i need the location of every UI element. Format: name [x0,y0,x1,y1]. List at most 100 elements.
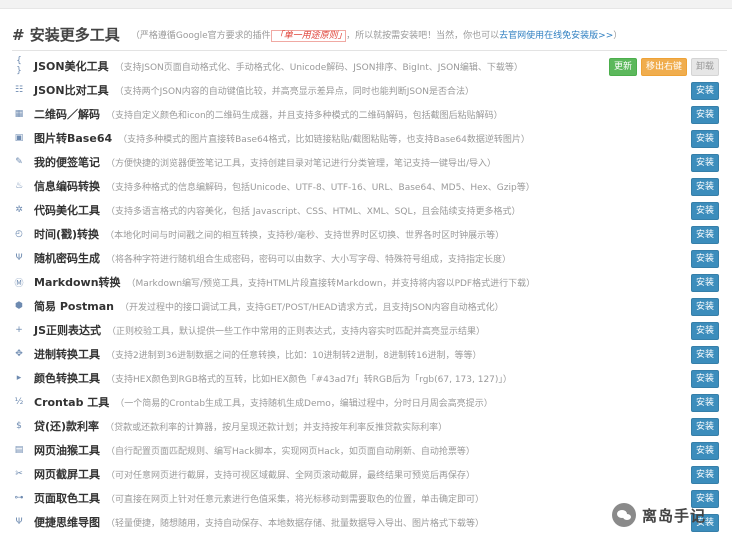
install-button[interactable]: 安装 [690,274,719,292]
encode-icon: ♨ [14,181,24,191]
install-button[interactable]: 安装 [690,154,719,172]
regex-icon: + [15,325,23,335]
tool-actions: 安装 [690,442,719,460]
tool-description: （正则校验工具，默认提供一些工作中常用的正则表达式，支持内容实时匹配并高亮显示结… [107,326,486,337]
tool-actions: 安装 [690,250,719,268]
header-note-middle: ，所以就按需安装吧！当然，你也可以 [346,31,500,41]
tool-name: 二维码／解码 [34,108,100,121]
tool-description: （贷款或还款利率的计算器，按月呈现还款计划；并支持按年利率反推贷款实际利率） [105,422,448,433]
tool-actions: 安装 [690,418,719,436]
header-note-prefix: （严格遵循Google官方要求的插件 [130,31,271,41]
tool-description: （支持2进制到36进制数据之间的任意转换，比如：10进制转2进制，8进制转16进… [106,350,482,361]
install-button[interactable]: 安装 [690,178,719,196]
install-button[interactable]: 安装 [690,130,719,148]
tool-description: （本地化时间与时间戳之间的相互转换，支持秒/毫秒、支持世界时区切换、世界各时区时… [105,230,505,241]
tool-actions: 安装 [690,130,719,148]
tool-actions: 安装 [690,274,719,292]
tool-name: 代码美化工具 [34,204,100,217]
crontab-icon: ½ [14,397,24,407]
tool-row: ✎ 我的便签笔记 （方便快捷的浏览器便签笔记工具，支持创建目录对笔记进行分类管理，笔… [12,150,727,174]
tool-row: ▣ 图片转Base64 （支持多种模式的图片直接转Base64格式，比如链接粘贴/截… [12,126,727,150]
update-button[interactable]: 更新 [608,58,637,76]
color-picker-icon: ⊶ [14,493,24,503]
tool-name: 简易 Postman [34,300,114,313]
install-button[interactable]: 安装 [690,442,719,460]
image-icon: ▣ [14,133,24,143]
install-button[interactable]: 安装 [690,82,719,100]
tool-row: { } JSON美化工具 （支持JSON页面自动格式化、手动格式化、Unicode解… [12,54,727,78]
install-button[interactable]: 安装 [690,298,719,316]
install-button[interactable]: 安装 [690,106,719,124]
tool-name: 网页截屏工具 [34,468,100,481]
clock-icon: ◴ [15,229,23,239]
grease-icon: ▤ [14,445,24,455]
install-button[interactable]: 安装 [690,346,719,364]
tool-row: ▤ 网页油猴工具 （自行配置页面匹配规则、编写Hack脚本，实现网页Hack，如页面… [12,438,727,462]
tool-row: ☷ JSON比对工具 （支持两个JSON内容的自动键值比较，并高亮显示差异点，同时也… [12,78,727,102]
page-title: # 安装更多工具 [12,26,120,44]
tool-actions: 安装 [690,154,719,172]
tool-row: Ψ 随机密码生成 （将各种字符进行随机组合生成密码，密码可以由数字、大小写字母、特殊… [12,246,727,270]
qrcode-icon: ▦ [14,109,24,119]
tool-name: 信息编码转换 [34,180,100,193]
tool-row: ◴ 时间(戳)转换 （本地化时间与时间戳之间的相互转换，支持秒/毫秒、支持世界时区切… [12,222,727,246]
install-button[interactable]: 安装 [690,250,719,268]
header-note: （严格遵循Google官方要求的插件 「单一用途原则」 ，所以就按需安装吧！当然，你… [130,30,623,42]
tool-name: 网页油猴工具 [34,444,100,457]
json-compare-icon: ☷ [14,85,24,95]
install-button[interactable]: 安装 [690,226,719,244]
tool-name: 颜色转换工具 [34,372,100,385]
tool-row: + JS正则表达式 （正则校验工具，默认提供一些工作中常用的正则表达式，支持内容实时… [12,318,727,342]
tool-actions: 安装 [690,82,719,100]
tool-actions: 安装 [690,202,719,220]
tool-name: JSON比对工具 [34,84,109,97]
tool-actions: 安装 [690,394,719,412]
wechat-logo-icon [611,503,636,527]
tool-row: ✥ 进制转换工具 （支持2进制到36进制数据之间的任意转换，比如：10进制转2进制，… [12,342,727,366]
tool-actions: 安装 [690,226,719,244]
header-note-suffix: ） [613,31,623,41]
tool-name: 便捷思维导图 [34,516,100,529]
tool-name: 贷(还)款利率 [34,420,100,433]
tool-actions: 安装 [690,370,719,388]
header-divider [12,50,727,51]
radix-icon: ✥ [15,349,23,359]
tool-description: （支持两个JSON内容的自动键值比较，并高亮显示差异点，同时也能判断JSON是否… [114,86,474,97]
tool-description: （支持HEX颜色到RGB格式的互转，比如HEX颜色「#43ad7f」转RGB后为… [106,374,512,385]
tool-description: （支持JSON页面自动格式化、手动格式化、Unicode解码、JSON排序、Bi… [114,62,523,73]
remove-from-context-menu-button[interactable]: 移出右键 [640,58,687,76]
tool-description: （支持自定义颜色和icon的二维码生成器，并且支持多种模式的二维码解码，包括截图… [106,110,503,121]
window-top-edge [0,0,732,9]
tool-name: 页面取色工具 [34,492,100,505]
install-button[interactable]: 安装 [690,418,719,436]
tool-name: Crontab 工具 [34,396,110,409]
tool-row: ⬢ 简易 Postman （开发过程中的接口调试工具，支持GET/POST/HEAD… [12,294,727,318]
pencil-icon: ✎ [15,157,23,167]
install-button[interactable]: 安装 [690,394,719,412]
install-button[interactable]: 安装 [690,370,719,388]
install-button[interactable]: 安装 [690,466,719,484]
tool-name: 随机密码生成 [34,252,100,265]
loan-icon: $ [16,421,22,431]
tool-description: （一个简易的Crontab生成工具，支持随机生成Demo，编辑过程中，分时日月周… [115,398,493,409]
tool-name: 时间(戳)转换 [34,228,100,241]
tool-name: Markdown转换 [34,276,121,289]
tool-description: （方便快捷的浏览器便签笔记工具，支持创建目录对笔记进行分类管理，笔记支持一键导出… [106,158,497,169]
tool-row: $ 贷(还)款利率 （贷款或还款利率的计算器，按月呈现还款计划；并支持按年利率反推贷… [12,414,727,438]
install-button[interactable]: 安装 [690,202,719,220]
tool-name: 进制转换工具 [34,348,100,361]
install-button[interactable]: 安装 [690,322,719,340]
tool-name: 我的便签笔记 [34,156,100,169]
tool-list: { } JSON美化工具 （支持JSON页面自动格式化、手动格式化、Unicode解… [12,54,727,534]
uninstall-button[interactable]: 卸载 [690,58,719,76]
tool-description: （可对任意网页进行截屏，支持可视区域截屏、全网页滚动截屏，最终结果可预览后再保存… [106,470,476,481]
official-site-link[interactable]: 去官网使用在线免安装版>> [499,31,613,41]
tool-name: 图片转Base64 [34,132,113,145]
tool-actions: 安装 [690,346,719,364]
watermark-text: 离岛手记 [641,506,706,525]
tool-description: （自行配置页面匹配规则、编写Hack脚本，实现网页Hack，如页面自动刷新、自动… [106,446,475,457]
tool-actions: 安装 [690,178,719,196]
section-header: # 安装更多工具 （严格遵循Google官方要求的插件 「单一用途原则」 ，所以就按… [12,24,727,46]
color-convert-icon: ▸ [16,373,22,383]
tool-name: JSON美化工具 [34,60,109,73]
